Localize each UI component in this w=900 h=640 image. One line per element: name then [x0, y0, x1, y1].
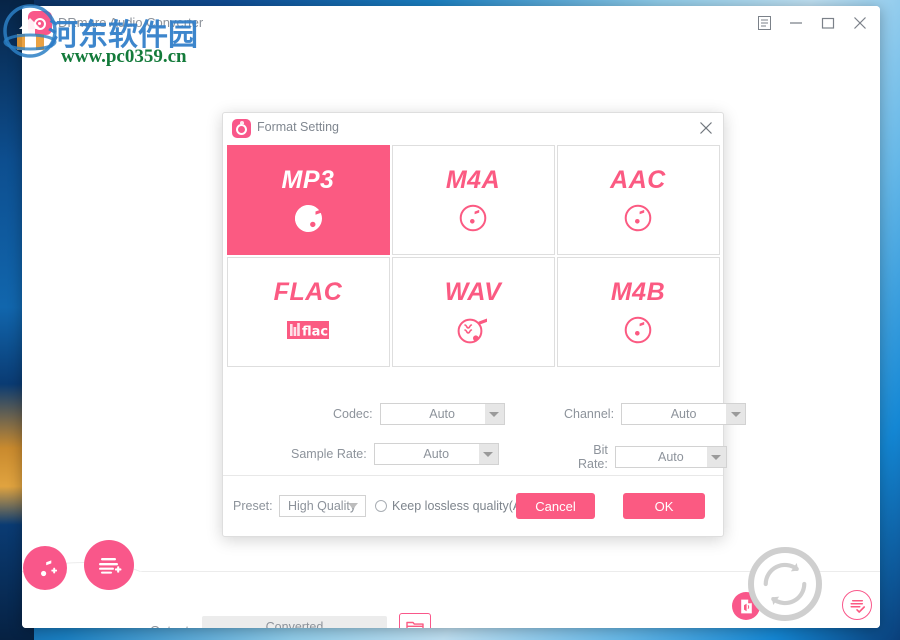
dialog-header: Format Setting — [223, 113, 723, 143]
dialog-record-icon — [232, 119, 251, 138]
channel-value: Auto — [670, 407, 697, 421]
sample-rate-value: Auto — [423, 447, 450, 461]
chevron-down-icon — [478, 444, 498, 464]
music-note-circle-icon — [623, 202, 653, 234]
chevron-down-icon — [484, 404, 504, 424]
music-note-filled-icon — [292, 202, 325, 234]
format-label: FLAC — [273, 278, 343, 306]
add-music-button[interactable] — [23, 546, 67, 590]
bottom-toolbar: Output: Converted — [22, 540, 880, 628]
output-label: Output: — [150, 623, 193, 628]
add-list-button[interactable] — [84, 540, 134, 590]
format-grid: MP3 M4A AAC FLAC flac WAV M4B — [226, 145, 720, 367]
setting-label: Sample Rate: — [291, 447, 367, 461]
format-tile-m4b[interactable]: M4B — [556, 257, 720, 367]
output-path-field[interactable]: Converted — [202, 616, 387, 628]
format-tile-wav[interactable]: WAV — [391, 257, 555, 367]
window-title: DRmare Audio Converter — [58, 15, 204, 30]
flac-badge-icon: flac — [285, 314, 331, 346]
chevron-down-icon — [706, 447, 726, 467]
bit-rate-select[interactable]: Auto — [614, 446, 727, 468]
music-note-circle-icon — [623, 314, 653, 346]
setting-label: Bit Rate: — [577, 443, 608, 471]
format-label: M4A — [445, 166, 501, 194]
cancel-button[interactable]: Cancel — [516, 493, 595, 519]
convert-refresh-icon — [763, 562, 807, 606]
preset-select[interactable]: High Quality — [279, 495, 366, 517]
music-note-circle-icon — [458, 202, 488, 234]
bit-rate-value: Auto — [658, 450, 684, 464]
history-list-icon[interactable] — [842, 590, 872, 620]
window-titlebar: DRmare Audio Converter — [22, 6, 880, 40]
dialog-title: Format Setting — [257, 120, 339, 134]
format-label: AAC — [610, 166, 666, 194]
close-icon[interactable] — [844, 8, 876, 38]
codec-value: Auto — [429, 407, 455, 421]
setting-label: Codec: — [333, 407, 373, 421]
ok-button[interactable]: OK — [623, 493, 705, 519]
format-tile-flac[interactable]: FLAC flac — [226, 257, 390, 367]
convert-button[interactable] — [748, 547, 822, 621]
chevron-down-icon — [726, 404, 746, 424]
app-record-icon — [28, 11, 52, 35]
preset-label: Preset: — [233, 499, 273, 513]
codec-select[interactable]: Auto — [379, 403, 505, 425]
setting-bit-rate: Bit Rate: Auto — [565, 443, 727, 471]
format-setting-dialog: Format Setting MP3 M4A AAC FLAC flac WAV… — [222, 112, 747, 537]
setting-channel: Channel: Auto — [564, 403, 747, 425]
menu-icon[interactable] — [748, 8, 780, 38]
dialog-close-icon[interactable] — [695, 117, 717, 139]
channel-select[interactable]: Auto — [621, 403, 747, 425]
setting-codec: Codec: Auto — [333, 403, 505, 425]
format-tile-aac[interactable]: AAC — [556, 145, 720, 255]
maximize-icon[interactable] — [812, 8, 844, 38]
app-window: DRmare Audio Converter Converted Format … — [22, 6, 880, 628]
svg-text:flac: flac — [302, 325, 328, 340]
format-label: WAV — [444, 278, 502, 306]
checkbox-box — [375, 500, 387, 512]
format-tile-m4a[interactable]: M4A — [391, 145, 555, 255]
preset-value: High Quality — [288, 499, 357, 513]
music-note-wave-icon — [456, 314, 490, 346]
setting-sample-rate: Sample Rate: Auto — [291, 443, 499, 465]
format-tile-mp3[interactable]: MP3 — [226, 145, 390, 255]
dialog-footer: Preset: High Quality Keep lossless quali… — [223, 476, 723, 536]
folder-icon[interactable] — [399, 613, 431, 628]
minimize-icon[interactable] — [780, 8, 812, 38]
chevron-down-icon — [348, 503, 358, 509]
setting-label: Channel: — [564, 407, 615, 421]
format-label: MP3 — [281, 166, 335, 194]
format-label: M4B — [610, 278, 666, 306]
sample-rate-select[interactable]: Auto — [373, 443, 499, 465]
format-settings: Codec: Auto Channel: Auto Sample Rate: A… — [223, 375, 747, 471]
window-controls — [748, 6, 876, 40]
